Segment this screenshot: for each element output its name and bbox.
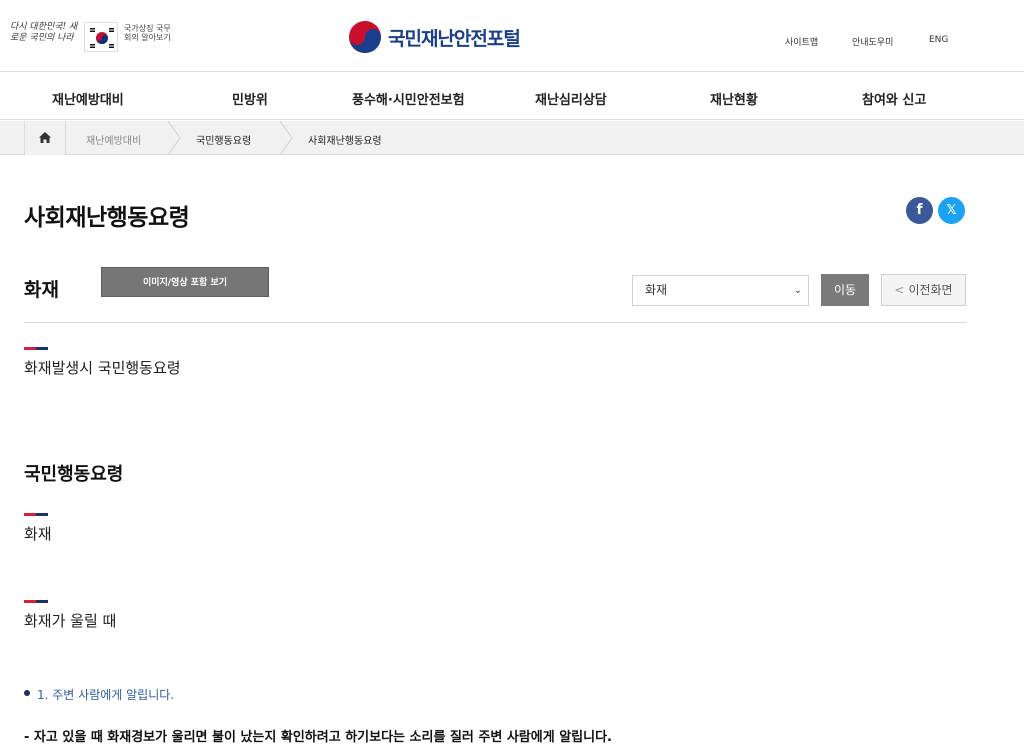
breadcrumb-item[interactable]: 재난예방대비	[86, 132, 141, 147]
bullet-icon	[24, 690, 30, 696]
subhead: 화재가 울릴 때	[24, 612, 117, 630]
chevron-right-icon	[279, 121, 293, 155]
x-share-icon[interactable]: 𝕏	[938, 197, 965, 224]
list-item: 1. 주변 사람에게 알립니다.	[37, 688, 175, 702]
nav-item-insurance[interactable]: 풍수해·시민안전보험	[352, 89, 465, 108]
media-view-button[interactable]: 이미지/영상 포함 보기	[101, 267, 269, 297]
subhead: 화재발생시 국민행동요령	[24, 359, 181, 377]
page-title: 사회재난행동요령	[24, 205, 190, 231]
guide-link[interactable]: 안내도우미	[852, 35, 893, 48]
sitemap-link[interactable]: 사이트맵	[785, 35, 818, 48]
chevron-right-icon	[167, 121, 181, 155]
category-select[interactable]: 화재 ⌄	[632, 275, 809, 306]
content-heading: 국민행동요령	[24, 464, 124, 485]
body-text: - 자고 있을 때 화재경보가 울리면 불이 났는지 확인하려고 하기보다는 소…	[24, 730, 612, 745]
national-flag-icon[interactable]	[84, 22, 118, 52]
site-logo[interactable]: 국민재난안전포털	[348, 20, 521, 54]
accent-bar	[24, 347, 48, 350]
back-button[interactable]: < 이전화면	[881, 274, 966, 306]
accent-bar	[24, 513, 48, 516]
subhead: 화재	[24, 525, 52, 543]
gov-symbol-link[interactable]: 국가상징 국무회의 알아보기	[124, 24, 174, 42]
breadcrumb: 재난예방대비 국민행동요령 사회재난행동요령	[0, 121, 1024, 155]
logo-text: 국민재난안전포털	[388, 27, 521, 50]
nav-item-status[interactable]: 재난현황	[710, 89, 758, 108]
go-button[interactable]: 이동	[821, 274, 869, 306]
divider	[24, 322, 966, 323]
nav-item-report[interactable]: 참여와 신고	[862, 89, 926, 108]
category-select-value: 화재	[645, 283, 668, 297]
site-header: 다시 대한민국! 새로운 국민의 나라 국가상징 국무회의 알아보기 국민재난안…	[0, 0, 1024, 72]
nav-item-disaster-prevention[interactable]: 재난예방대비	[52, 89, 124, 108]
main-nav: 재난예방대비 민방위 풍수해·시민안전보험 재난심리상담 재난현황 참여와 신고	[0, 72, 1024, 120]
nav-item-counseling[interactable]: 재난심리상담	[535, 89, 607, 108]
back-button-label: 이전화면	[908, 283, 953, 297]
facebook-share-icon[interactable]: f	[906, 197, 933, 224]
chevron-down-icon: ⌄	[793, 285, 802, 296]
section-title: 화재	[24, 279, 59, 301]
chevron-left-icon: <	[894, 283, 905, 297]
breadcrumb-item-current[interactable]: 사회재난행동요령	[308, 132, 382, 147]
accent-bar	[24, 600, 48, 603]
taegeuk-logo-icon	[349, 21, 381, 53]
nav-item-civil-defense[interactable]: 민방위	[232, 89, 268, 108]
slogan-logo[interactable]: 다시 대한민국! 새로운 국민의 나라	[10, 22, 80, 44]
english-link[interactable]: ENG	[929, 35, 948, 45]
home-icon	[39, 132, 51, 143]
breadcrumb-item[interactable]: 국민행동요령	[196, 132, 251, 147]
breadcrumb-home[interactable]	[24, 121, 66, 155]
